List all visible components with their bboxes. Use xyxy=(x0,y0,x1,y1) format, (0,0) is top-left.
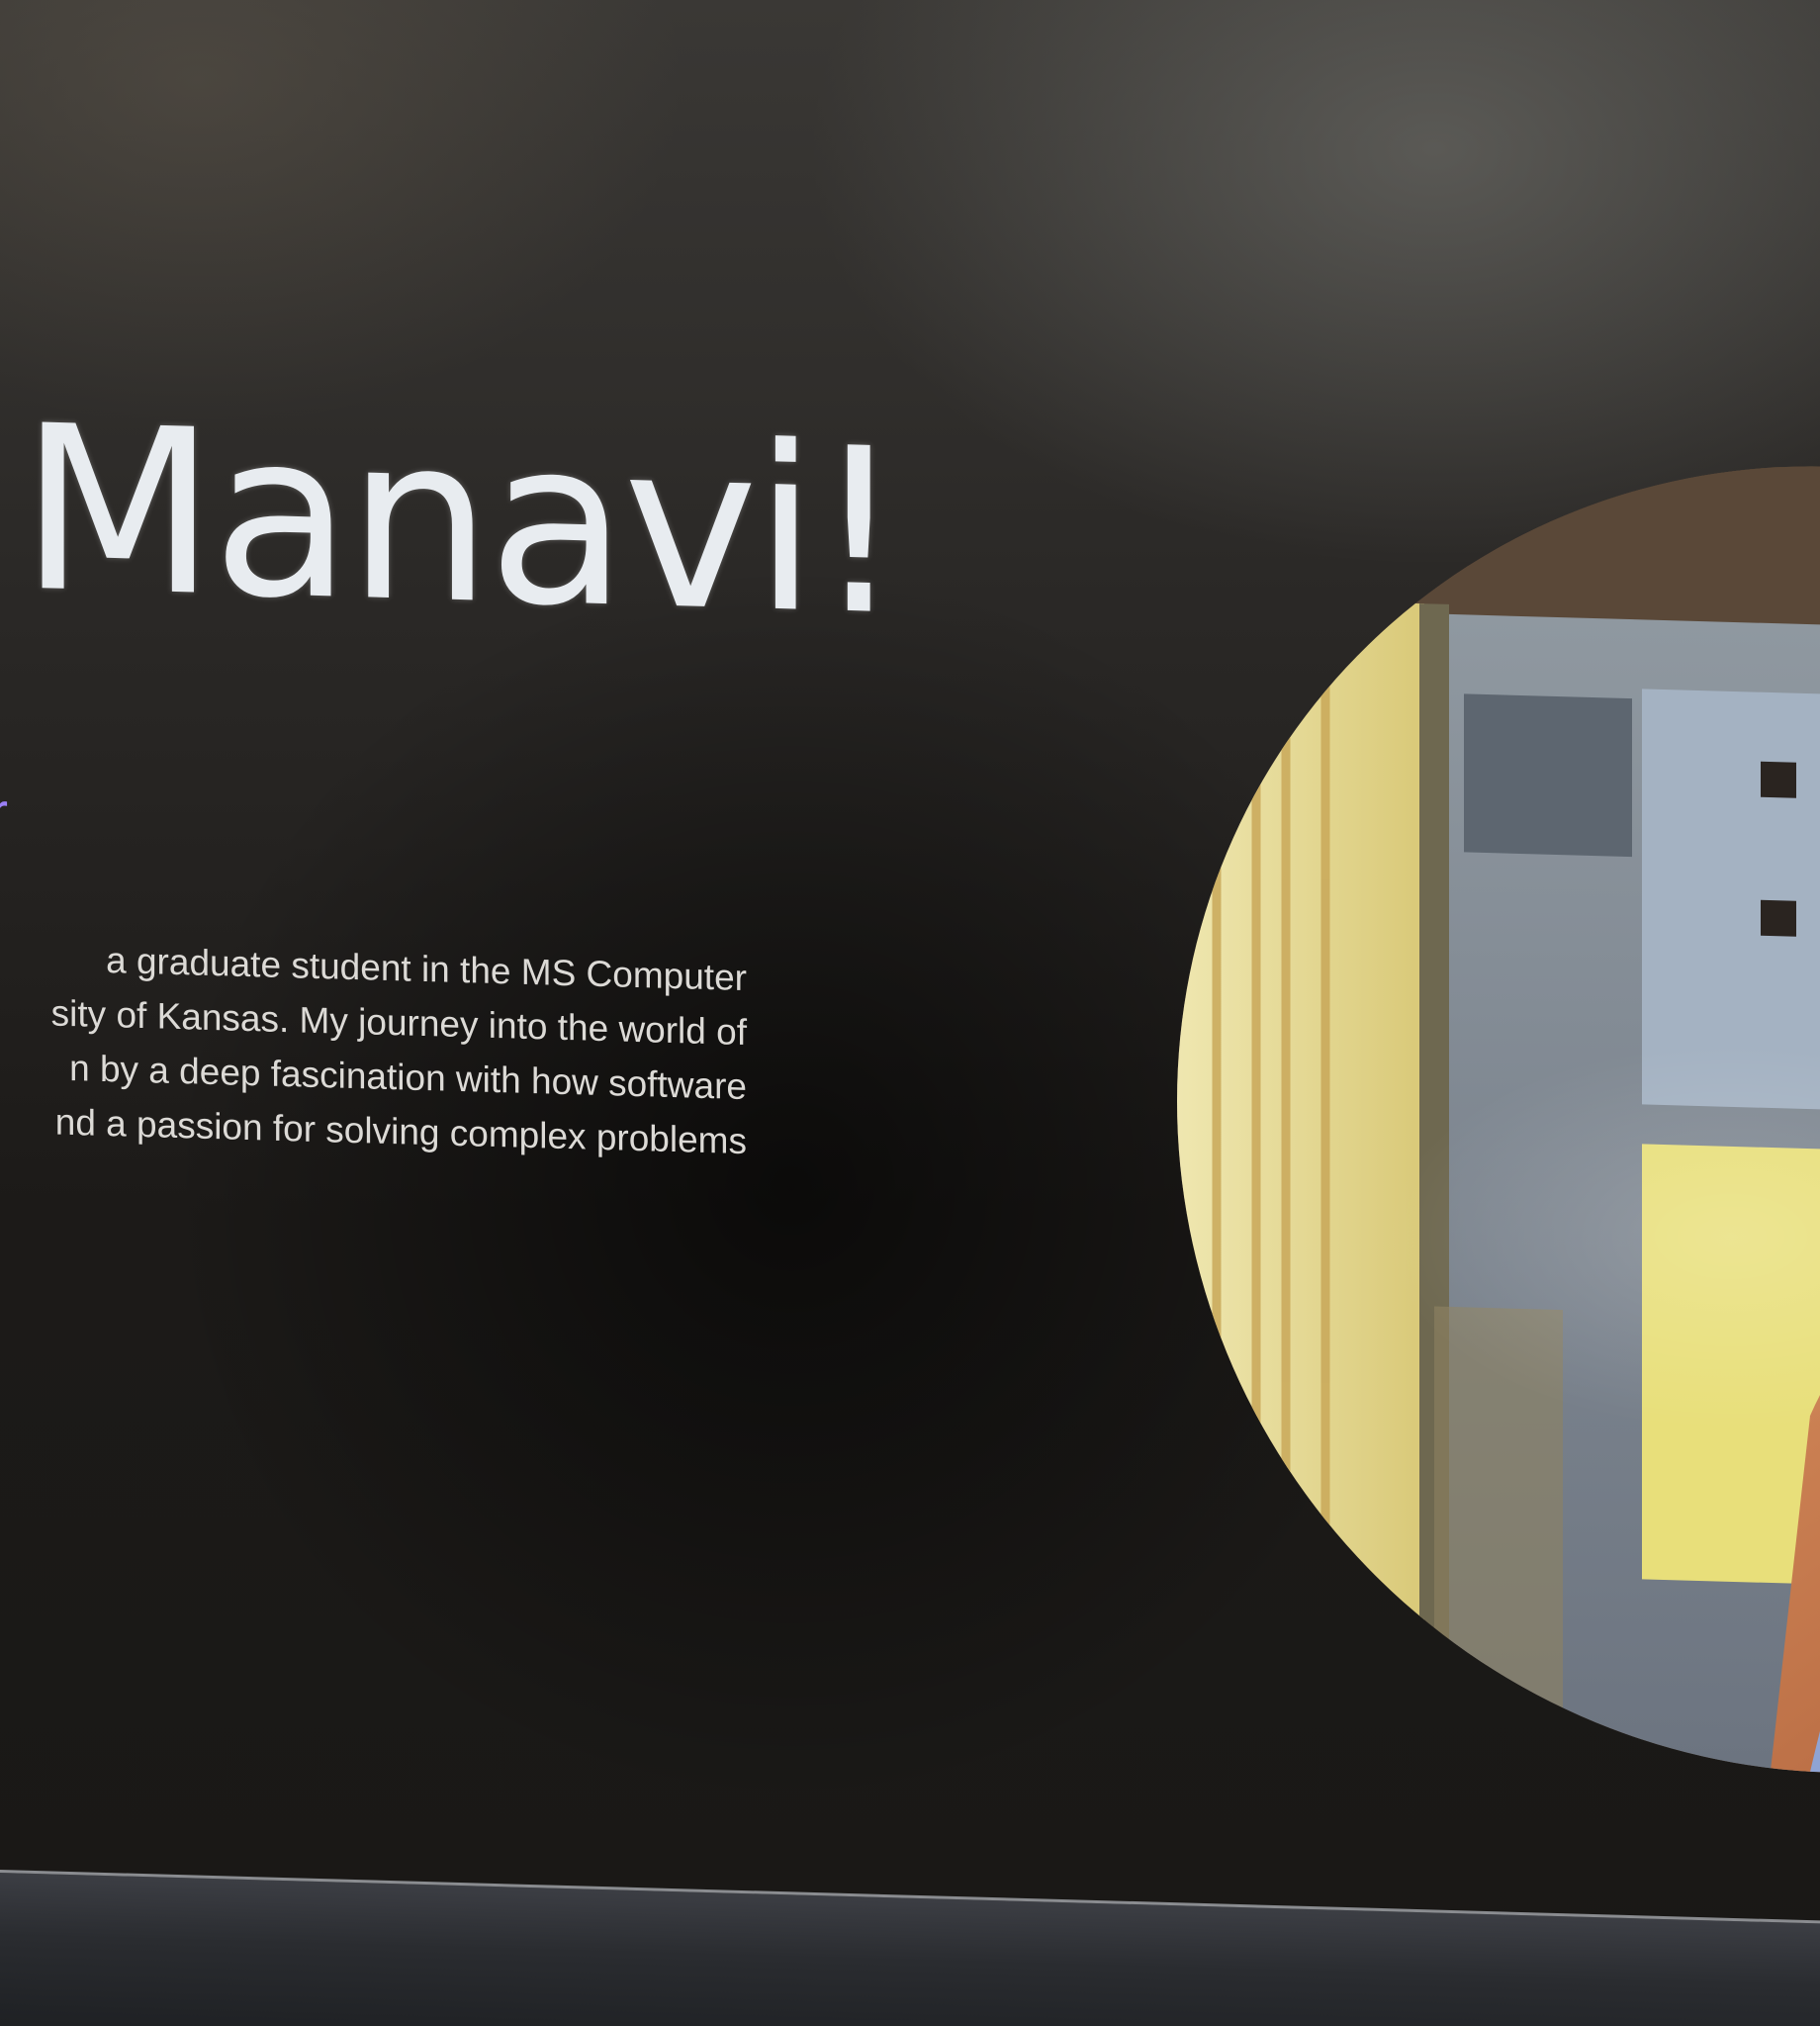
hero-role: r xyxy=(0,782,8,843)
profile-photo xyxy=(1177,448,1820,1792)
monitor-photo: Manavi! r a graduate student in the MS C… xyxy=(0,0,1820,2026)
hero-bio: a graduate student in the MS Computer si… xyxy=(0,930,747,1168)
hero-greeting: Manavi! xyxy=(20,377,901,667)
profile-photo-image xyxy=(1177,448,1820,1792)
hero-section: Manavi! r a graduate student in the MS C… xyxy=(0,0,1820,1930)
